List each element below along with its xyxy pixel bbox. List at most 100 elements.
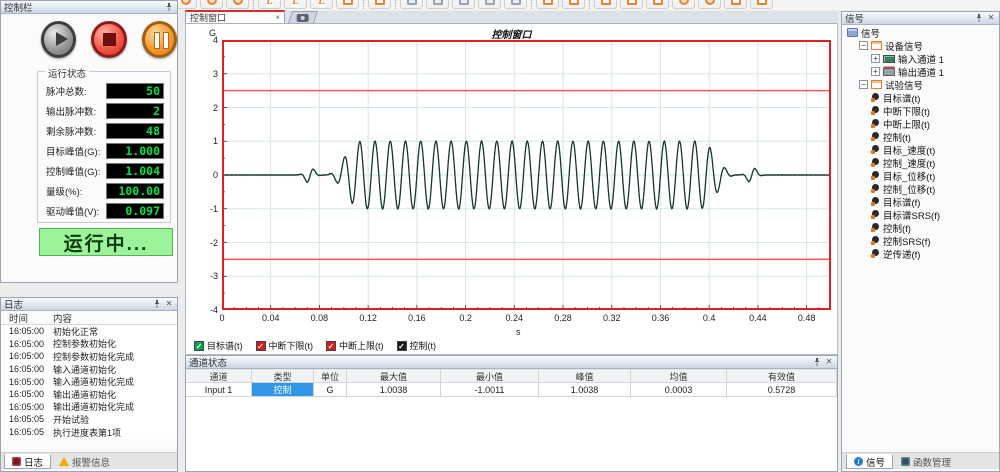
tab-alarm-info[interactable]: 报警信息 xyxy=(51,454,118,469)
pause-button[interactable] xyxy=(142,21,177,58)
legend-label: 中断上限(t) xyxy=(339,339,384,352)
tree-item-label: 中断上限(t) xyxy=(883,117,930,131)
legend-checkbox[interactable]: ✓ xyxy=(256,341,266,351)
toolbar-link-view-button[interactable] xyxy=(562,0,585,9)
toolbar-exit-button[interactable] xyxy=(750,0,773,9)
log-row[interactable]: 16:05:00输出通道初始化 xyxy=(1,388,177,401)
pin-icon[interactable] xyxy=(812,357,822,367)
toolbar-cursor-3-button[interactable]: L xyxy=(310,0,333,9)
log-row[interactable]: 16:05:00控制参数初始化完成 xyxy=(1,350,177,363)
tree-item[interactable]: 目标谱SRS(f) xyxy=(842,208,999,221)
toolbar-layout-grid-button[interactable] xyxy=(478,0,501,9)
collapse-icon[interactable]: − xyxy=(859,41,868,50)
pin-icon[interactable] xyxy=(974,13,984,23)
tab-control-window[interactable]: 控制窗口 × xyxy=(185,10,285,23)
tree-item[interactable]: +输入通道 1 xyxy=(842,52,999,65)
toolbar-fit-height-button[interactable] xyxy=(620,0,643,9)
zoom-in-icon xyxy=(679,0,689,5)
layout-split-h-icon xyxy=(433,0,443,5)
tree-item[interactable]: 控制(t) xyxy=(842,130,999,143)
field-label: 剩余脉冲数: xyxy=(38,124,106,138)
column-header[interactable]: 峰值 xyxy=(539,369,631,383)
log-row[interactable]: 16:05:00输入通道初始化完成 xyxy=(1,375,177,388)
tree-item[interactable]: −设备信号 xyxy=(842,39,999,52)
log-titlebar: 日志 ✕ xyxy=(1,298,177,311)
legend-checkbox[interactable]: ✓ xyxy=(194,341,204,351)
toolbar-layout-single-button[interactable] xyxy=(400,0,423,9)
log-row[interactable]: 16:05:00输出通道初始化完成 xyxy=(1,401,177,414)
close-icon[interactable]: ✕ xyxy=(164,299,174,309)
signal-icon xyxy=(871,119,880,128)
log-row[interactable]: 16:05:00控制参数初始化 xyxy=(1,338,177,351)
tree-item[interactable]: +输出通道 1 xyxy=(842,65,999,78)
legend-item: ✓控制(t) xyxy=(397,339,437,352)
tree-item[interactable]: 目标_速度(t) xyxy=(842,143,999,156)
column-header[interactable]: 最大值 xyxy=(347,369,441,383)
tab-close-icon[interactable]: × xyxy=(275,13,280,22)
pin-icon[interactable] xyxy=(152,299,162,309)
expand-icon[interactable]: + xyxy=(871,54,880,63)
toolbar-pan-button[interactable] xyxy=(646,0,669,9)
column-header[interactable]: 类型 xyxy=(252,369,314,383)
tree-item[interactable]: 中断上限(t) xyxy=(842,117,999,130)
waveform-plot[interactable] xyxy=(222,40,831,310)
tree-item[interactable]: 控制SRS(f) xyxy=(842,234,999,247)
status-field-row: 输出脉冲数:2 xyxy=(38,102,170,120)
tree-item[interactable]: 目标谱(f) xyxy=(842,195,999,208)
toolbar-report-button[interactable] xyxy=(200,0,223,9)
table-row[interactable]: Input 1控制G1.0038-1.00111.00380.00030.572… xyxy=(186,383,837,397)
toolbar-fit-width-button[interactable] xyxy=(594,0,617,9)
expand-icon[interactable]: + xyxy=(871,67,880,76)
toolbar-link-cursor-button[interactable] xyxy=(536,0,559,9)
toolbar-layout-split-v-button[interactable] xyxy=(452,0,475,9)
log-row[interactable]: 16:05:05执行进度表第1项 xyxy=(1,426,177,439)
toolbar-cursor-1-button[interactable]: L xyxy=(258,0,281,9)
toolbar-schedule-button[interactable] xyxy=(226,0,249,9)
legend-checkbox[interactable]: ✓ xyxy=(397,341,407,351)
x-tick-label: 0.04 xyxy=(256,313,286,323)
favorite-icon xyxy=(181,0,191,5)
toolbar-signal-wave-button[interactable] xyxy=(368,0,391,9)
tree-item[interactable]: 目标谱(t) xyxy=(842,91,999,104)
log-row[interactable]: 16:05:00初始化正常 xyxy=(1,325,177,338)
tree-item[interactable]: 目标_位移(t) xyxy=(842,169,999,182)
toolbar-layout-split-h-button[interactable] xyxy=(426,0,449,9)
tree-item[interactable]: 控制(f) xyxy=(842,221,999,234)
log-row[interactable]: 16:05:05开始试验 xyxy=(1,413,177,426)
tree-item-label: 目标谱SRS(f) xyxy=(883,208,940,222)
toolbar-layout-custom-button[interactable] xyxy=(504,0,527,9)
tree-item[interactable]: 控制_位移(t) xyxy=(842,182,999,195)
play-button[interactable] xyxy=(41,21,76,58)
toolbar-apply-button[interactable] xyxy=(724,0,747,9)
tab-signal[interactable]: i 信号 xyxy=(846,454,893,469)
tree-item[interactable]: −试验信号 xyxy=(842,78,999,91)
cursor-2-icon: L xyxy=(292,0,299,7)
toolbar-zoom-in-button[interactable] xyxy=(672,0,695,9)
tab-function-manager[interactable]: 函数管理 xyxy=(893,454,959,469)
tree-item[interactable]: 中断下限(t) xyxy=(842,104,999,117)
column-header[interactable]: 均值 xyxy=(631,369,727,383)
tab-log[interactable]: 日志 xyxy=(4,454,51,469)
tree-item[interactable]: 控制_速度(t) xyxy=(842,156,999,169)
tree-item[interactable]: 逆传递(f) xyxy=(842,247,999,260)
column-header[interactable]: 最小值 xyxy=(441,369,539,383)
status-field-row: 量级(%):100.00 xyxy=(38,182,170,200)
legend-checkbox[interactable]: ✓ xyxy=(326,341,336,351)
toolbar-cursor-2-button[interactable]: L xyxy=(284,0,307,9)
column-header[interactable]: 有效值 xyxy=(727,369,837,383)
field-value-display: 2 xyxy=(106,103,164,119)
log-text: 控制参数初始化完成 xyxy=(53,350,134,363)
close-icon[interactable]: ✕ xyxy=(824,357,834,367)
toolbar-tag-button[interactable] xyxy=(336,0,359,9)
toolbar-zoom-out-button[interactable] xyxy=(698,0,721,9)
close-icon[interactable]: ✕ xyxy=(986,13,996,23)
stop-button[interactable] xyxy=(91,21,126,58)
column-header[interactable]: 单位 xyxy=(314,369,347,383)
tree-item[interactable]: 信号 xyxy=(842,26,999,39)
signal-icon xyxy=(871,93,880,102)
pin-icon[interactable] xyxy=(164,2,174,12)
tab-snapshot[interactable] xyxy=(288,11,318,23)
column-header[interactable]: 通道 xyxy=(186,369,252,383)
collapse-icon[interactable]: − xyxy=(859,80,868,89)
log-row[interactable]: 16:05:00输入通道初始化 xyxy=(1,363,177,376)
